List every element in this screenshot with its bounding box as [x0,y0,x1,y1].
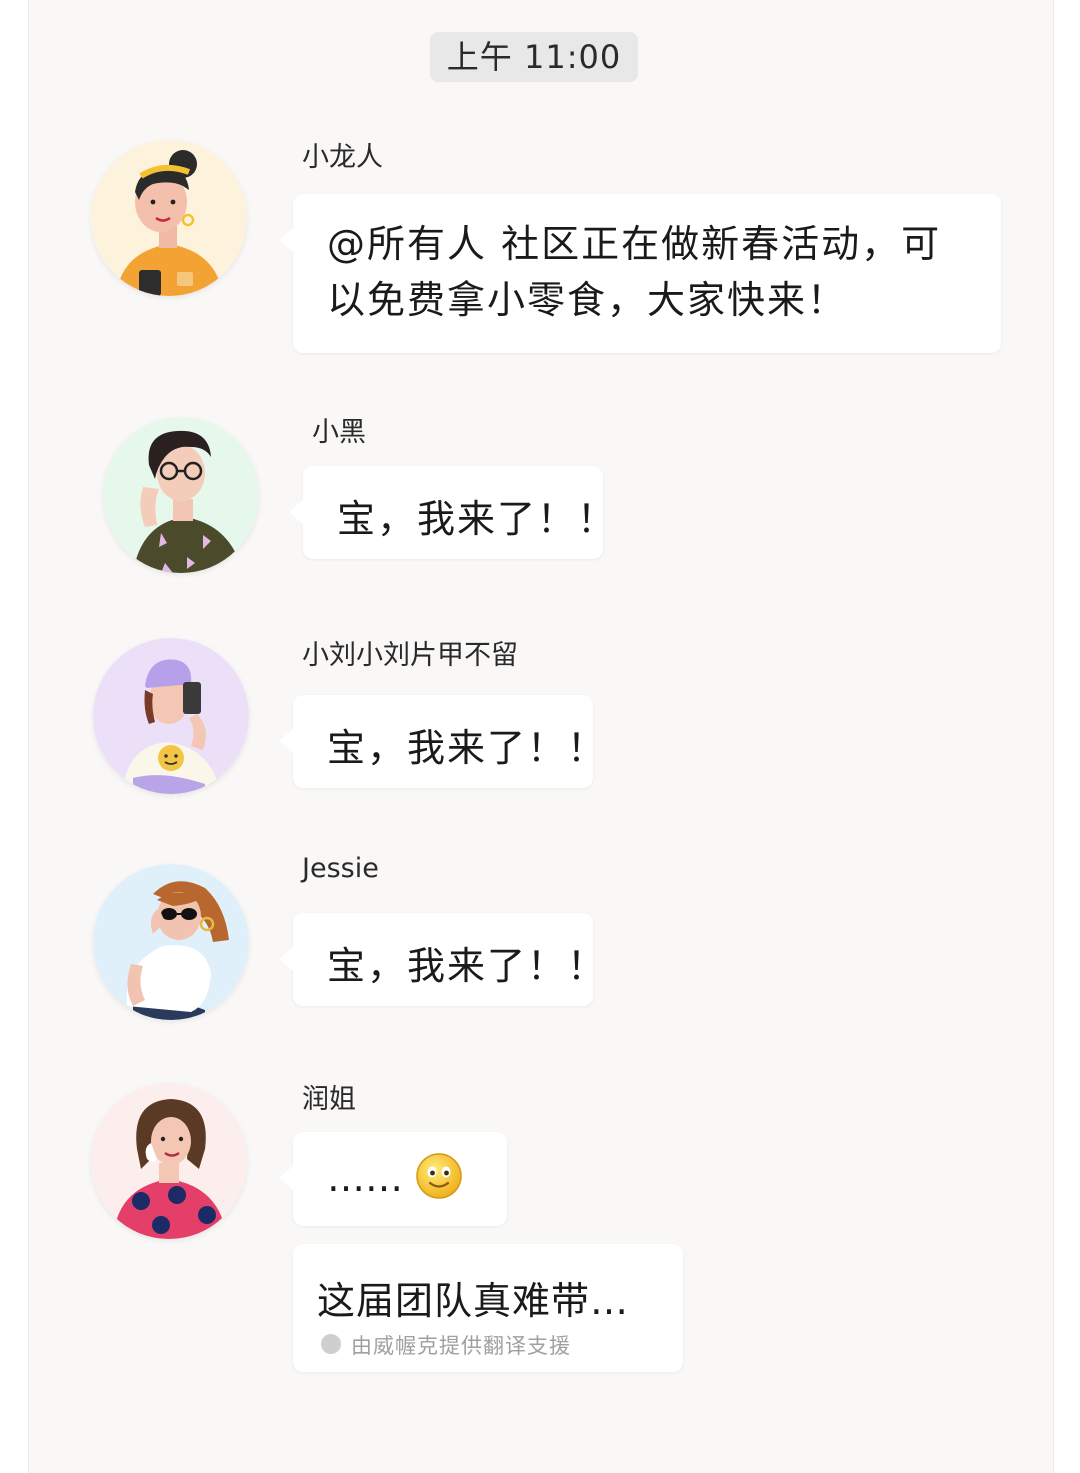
avatar-runjie[interactable] [91,1083,247,1239]
avatar-xiaolongren[interactable] [91,140,247,296]
message-text: 宝，我来了！！ [337,497,618,541]
sender-name: Jessie [302,853,379,884]
message-bubble[interactable]: …… [279,1132,507,1226]
smile-emoji-icon [416,1153,462,1199]
sender-name: 小龙人 [302,142,383,173]
message-text: 宝，我来了！！ [327,726,608,770]
sender-name: 小刘小刘片甲不留 [302,640,518,671]
sender-name: 润姐 [302,1084,356,1115]
message-bubble-translated[interactable]: 这届团队真难带… 由威幄克提供翻译支援 [293,1244,683,1372]
message-text: …… [327,1156,403,1200]
message-bubble[interactable]: 宝，我来了！！ [289,466,615,559]
avatar-xiaohei[interactable] [103,417,259,573]
message-bubble[interactable]: @所有人 社区正在做新春活动，可以免费拿小零食，大家快来！ [279,194,1001,353]
sender-name: 小黑 [312,417,366,448]
avatar-jessie[interactable] [93,864,249,1020]
message-text: 这届团队真难带… [317,1279,630,1323]
translation-indicator-icon [321,1334,341,1354]
timestamp-label: 上午 11:00 [430,32,638,82]
message-bubble[interactable]: 宝，我来了！！ [279,913,605,1006]
message-text: 宝，我来了！！ [327,944,608,988]
message-text: @所有人 社区正在做新春活动，可以免费拿小零食，大家快来！ [327,222,942,322]
avatar-xiaoliu[interactable] [93,638,249,794]
translation-note: 由威幄克提供翻译支援 [351,1334,571,1358]
message-bubble[interactable]: 宝，我来了！！ [279,695,605,788]
